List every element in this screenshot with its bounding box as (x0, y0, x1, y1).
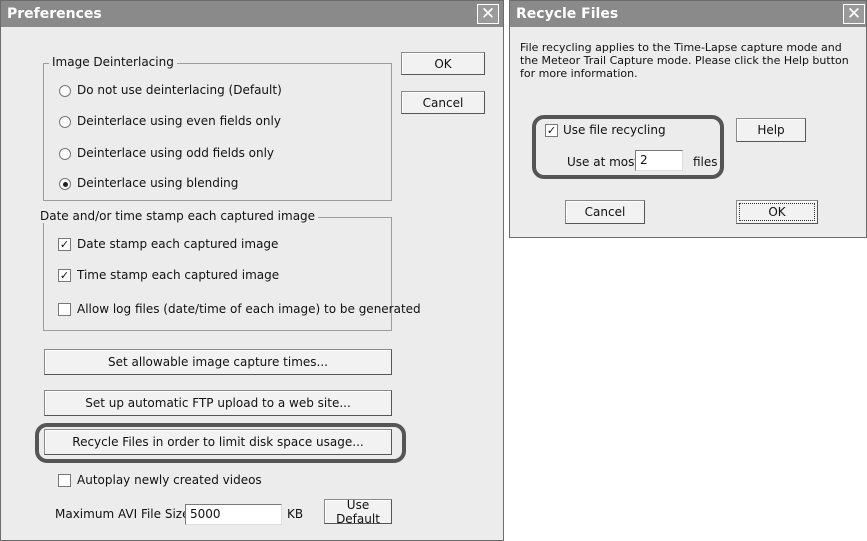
preferences-ok-button[interactable]: OK (401, 52, 485, 75)
label-odd-fields: Deinterlace using odd fields only (77, 146, 275, 160)
recycle-title: Recycle Files (516, 6, 619, 22)
use-default-button[interactable]: Use Default (324, 498, 392, 526)
deinterlace-legend: Image Deinterlacing (49, 55, 177, 69)
ftp-upload-button[interactable]: Set up automatic FTP upload to a web sit… (44, 390, 392, 416)
check-icon: ✓ (59, 238, 70, 251)
radio-dot-icon (63, 182, 68, 187)
recycle-close-button[interactable]: ✕ (843, 4, 865, 24)
label-even-fields: Deinterlace using even fields only (77, 114, 281, 128)
capture-times-button[interactable]: Set allowable image capture times... (44, 349, 392, 375)
radio-odd-fields[interactable] (59, 148, 71, 160)
label-log-files: Allow log files (date/time of each image… (77, 302, 421, 316)
label-use-recycling: Use file recycling (563, 123, 666, 137)
check-icon: ✓ (546, 124, 557, 137)
checkbox-autoplay[interactable] (58, 474, 71, 487)
checkbox-use-recycling[interactable]: ✓ (545, 124, 558, 137)
max-avi-input[interactable]: 5000 (185, 504, 282, 525)
close-icon: ✕ (480, 4, 496, 24)
preferences-window: Preferences ✕ OK Cancel Image Deinterlac… (0, 0, 504, 541)
checkbox-time-stamp[interactable]: ✓ (58, 269, 71, 282)
label-time-stamp: Time stamp each captured image (77, 268, 280, 282)
preferences-close-button[interactable]: ✕ (477, 4, 499, 24)
preferences-cancel-button[interactable]: Cancel (401, 91, 485, 114)
radio-even-fields[interactable] (59, 116, 71, 128)
recycle-count-input[interactable]: 2 (635, 150, 683, 171)
checkbox-log-files[interactable] (58, 303, 71, 316)
recycle-description: File recycling applies to the Time-Lapse… (520, 41, 849, 80)
recycle-highlight (35, 423, 406, 463)
close-icon: ✕ (846, 4, 862, 24)
label-date-stamp: Date stamp each captured image (77, 237, 279, 251)
radio-no-deinterlace[interactable] (59, 85, 71, 97)
recycle-ok-button[interactable]: OK (736, 200, 818, 224)
recycle-titlebar[interactable]: Recycle Files (510, 1, 866, 27)
label-kb: KB (287, 507, 304, 521)
help-button[interactable]: Help (736, 118, 806, 142)
label-files: files (693, 155, 718, 169)
preferences-title: Preferences (7, 6, 102, 22)
stamp-legend: Date and/or time stamp each captured ima… (37, 209, 319, 223)
label-no-deinterlace: Do not use deinterlacing (Default) (77, 83, 282, 97)
preferences-titlebar[interactable]: Preferences (1, 1, 503, 27)
radio-blending[interactable] (59, 178, 71, 190)
label-use-at-most: Use at most (567, 155, 640, 169)
label-max-avi: Maximum AVI File Size: (55, 507, 194, 521)
label-blending: Deinterlace using blending (77, 176, 239, 190)
label-autoplay: Autoplay newly created videos (77, 473, 262, 487)
recycle-cancel-button[interactable]: Cancel (565, 200, 645, 224)
checkbox-date-stamp[interactable]: ✓ (58, 238, 71, 251)
recycle-window: Recycle Files ✕ File recycling applies t… (509, 0, 867, 238)
check-icon: ✓ (59, 269, 70, 282)
